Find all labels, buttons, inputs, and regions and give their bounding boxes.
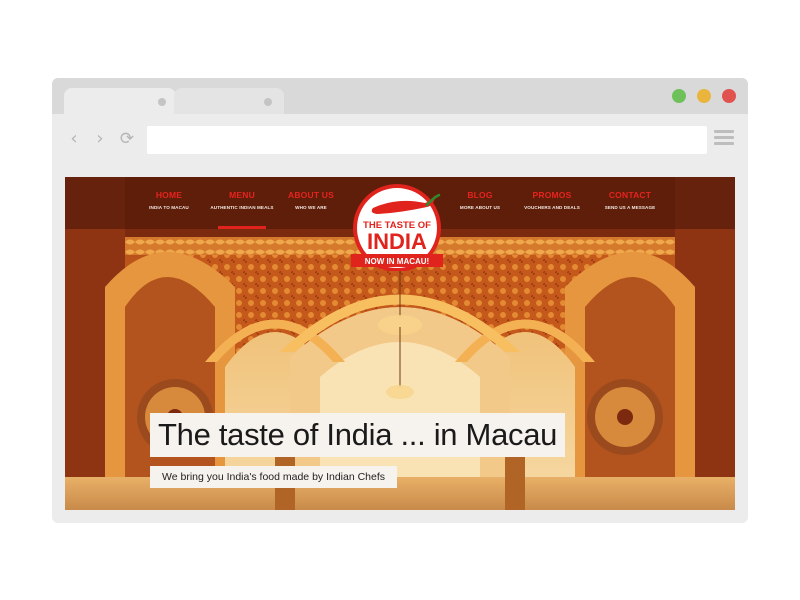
- close-window-button[interactable]: [722, 89, 736, 103]
- nav-promos-label: PROMOS: [532, 190, 572, 200]
- maximize-window-button[interactable]: [672, 89, 686, 103]
- nav-contact-label: CONTACT: [608, 190, 652, 200]
- tab-close-icon[interactable]: [158, 98, 166, 106]
- browser-tab[interactable]: [174, 88, 284, 114]
- tab-close-icon[interactable]: [264, 98, 272, 106]
- reload-icon: ⟳: [119, 129, 135, 149]
- browser-toolbar: ‹ › ⟳: [52, 114, 748, 166]
- chevron-right-icon: ›: [96, 128, 104, 149]
- nav-contact-sub: SEND US A MESSAGE: [604, 205, 656, 210]
- browser-tab-active[interactable]: [64, 88, 176, 114]
- logo-line2: INDIA: [367, 229, 427, 254]
- chevron-left-icon: ‹: [70, 128, 78, 149]
- hamburger-menu-icon: [714, 130, 734, 133]
- nav-contact[interactable]: CONTACT SEND US A MESSAGE: [585, 190, 675, 210]
- browser-window: ‹ › ⟳ HOME INDIA TO MACAU MENU AUTHENTIC…: [52, 78, 748, 523]
- reload-button[interactable]: ⟳: [117, 128, 137, 150]
- forward-button[interactable]: ›: [90, 128, 110, 150]
- hero-subtitle: We bring you India's food made by Indian…: [150, 466, 398, 488]
- back-button[interactable]: ‹: [64, 128, 84, 150]
- minimize-window-button[interactable]: [697, 89, 711, 103]
- nav-promos-sub: VOUCHERS AND DEALS: [524, 205, 580, 210]
- web-page: HOME INDIA TO MACAU MENU AUTHENTIC INDIA…: [65, 177, 735, 510]
- tab-strip: [52, 78, 748, 114]
- site-logo[interactable]: THE TASTE OF INDIA NOW IN MACAU!: [339, 181, 455, 271]
- hero-title: The taste of India ... in Macau: [150, 413, 566, 457]
- address-bar[interactable]: [147, 126, 707, 154]
- browser-menu-button[interactable]: [714, 130, 734, 146]
- nav-promos[interactable]: PROMOS VOUCHERS AND DEALS: [507, 190, 597, 210]
- logo-ribbon-text: NOW IN MACAU!: [365, 257, 429, 266]
